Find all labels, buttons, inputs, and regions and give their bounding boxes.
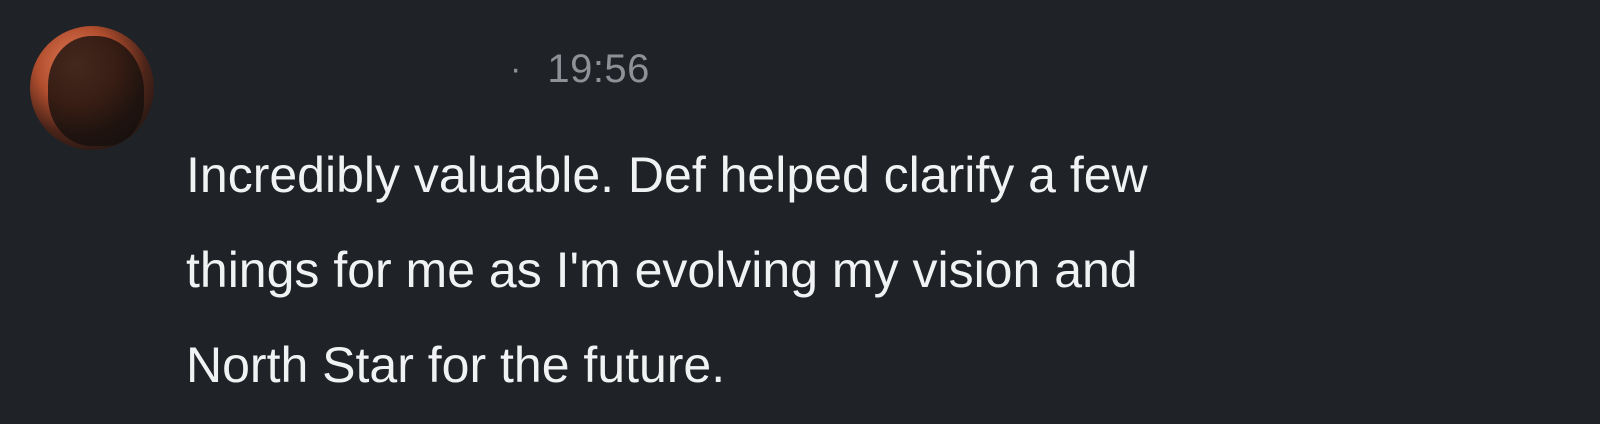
message-line-3: North Star for the future. — [186, 337, 726, 393]
avatar[interactable] — [30, 26, 154, 150]
message-body: Incredibly valuable. Def helped clarify … — [186, 128, 1486, 413]
message-header: K · 19:56 — [150, 44, 650, 94]
message-line-2: things for me as I'm evolving my vision … — [186, 242, 1138, 298]
meta-separator: · — [510, 49, 522, 88]
message-line-1: Incredibly valuable. Def helped clarify … — [186, 147, 1148, 203]
comment-message: K · 19:56 Incredibly valuable. Def helpe… — [0, 0, 1600, 424]
avatar-silhouette — [48, 36, 144, 146]
timestamp[interactable]: 19:56 — [547, 47, 650, 92]
